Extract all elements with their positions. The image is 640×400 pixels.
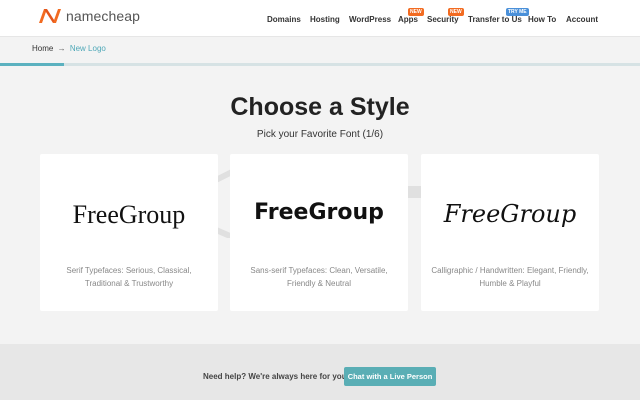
nav-security-label: Security (427, 15, 459, 24)
breadcrumb-arrow-icon: → (57, 44, 66, 53)
serif-font-sample: FreeGroup (72, 200, 186, 229)
help-text: Need help? We're always here for you. (203, 372, 349, 381)
page-title: Choose a Style (230, 93, 410, 121)
calligraphic-font-sample: FreeGroup (443, 200, 577, 228)
main-nav: Domains Hosting WordPress NEW Apps NEW S… (0, 8, 640, 29)
style-card-calligraphic[interactable]: FreeGroup Calligraphic / Handwritten: El… (421, 154, 599, 311)
nav-transfer[interactable]: TRY ME Transfer to Us (468, 8, 529, 24)
nav-apps-badge: NEW (408, 8, 424, 16)
nav-apps-label: Apps (398, 15, 418, 24)
sans-serif-description: Sans-serif Typefaces: Clean, Versatile, … (250, 266, 388, 288)
progress-bar-fill (0, 63, 64, 66)
breadcrumb-current: New Logo (69, 44, 106, 53)
style-card-sans-serif[interactable]: FreeGroup Sans-serif Typefaces: Clean, V… (230, 154, 408, 311)
breadcrumb-home[interactable]: Home (32, 44, 53, 53)
nav-transfer-label: Transfer to Us (468, 15, 522, 24)
nav-transfer-badge: TRY ME (506, 8, 529, 16)
progress-bar (0, 63, 640, 66)
breadcrumb-bar: Home → New Logo (0, 36, 640, 64)
nav-domains[interactable]: Domains (267, 15, 301, 24)
nav-apps[interactable]: NEW Apps (398, 8, 424, 24)
sans-serif-font-sample: FreeGroup (254, 200, 384, 225)
breadcrumb: Home → New Logo (32, 44, 106, 53)
page-subtitle: Pick your Favorite Font (1/6) (256, 129, 384, 140)
chat-live-person-button[interactable]: Chat with a Live Person (344, 367, 436, 386)
site-header: namecheap Domains Hosting WordPress NEW … (0, 0, 640, 36)
nav-security-badge: NEW (448, 8, 464, 16)
nav-hosting[interactable]: Hosting (310, 15, 340, 24)
help-footer: Need help? We're always here for you. Ch… (0, 344, 640, 400)
serif-description: Serif Typefaces: Serious, Classical, Tra… (66, 266, 192, 288)
nav-security[interactable]: NEW Security (427, 8, 464, 24)
calligraphic-description: Calligraphic / Handwritten: Elegant, Fri… (431, 266, 589, 288)
nav-wordpress[interactable]: WordPress (349, 15, 391, 24)
nav-account[interactable]: Account (566, 15, 598, 24)
style-card-serif[interactable]: FreeGroup Serif Typefaces: Serious, Clas… (40, 154, 218, 311)
nav-how-to[interactable]: How To (528, 15, 556, 24)
